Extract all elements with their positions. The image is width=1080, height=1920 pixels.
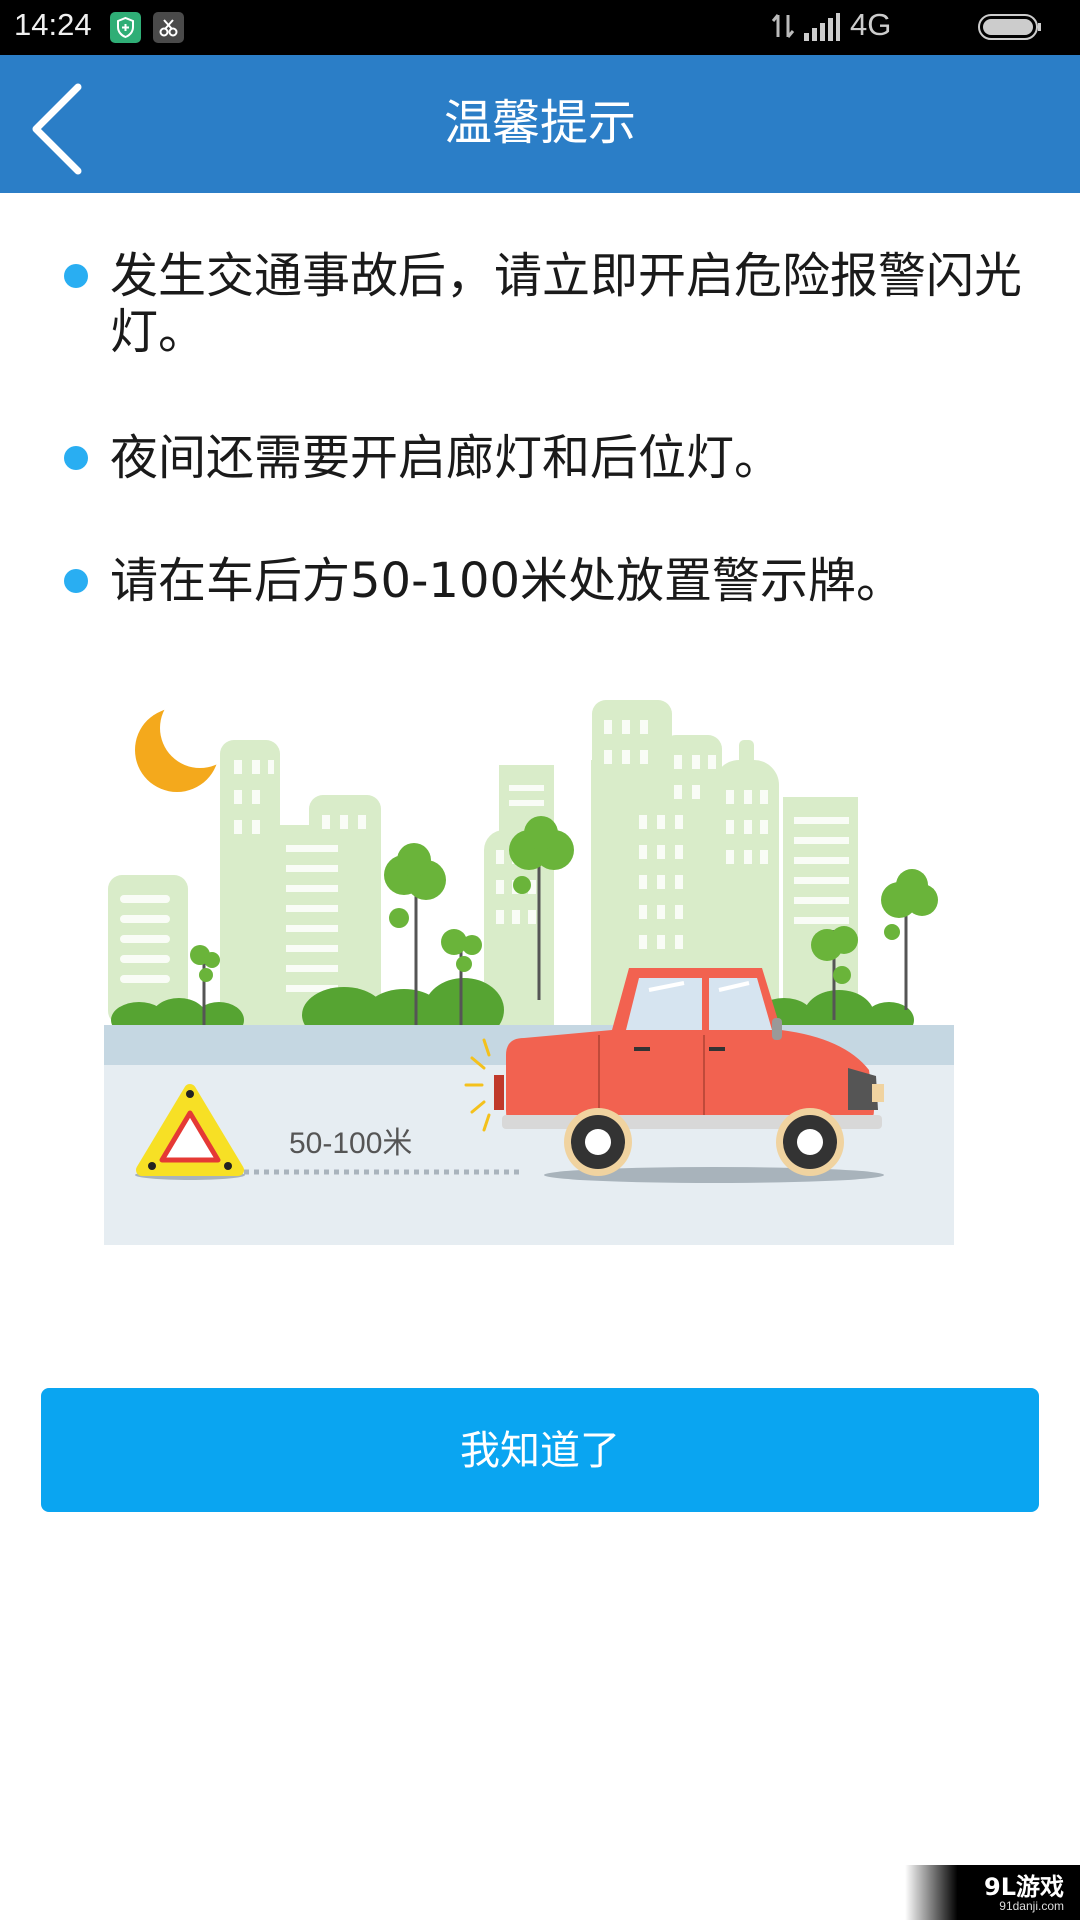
bullet-dot — [64, 446, 88, 470]
confirm-button[interactable]: 我知道了 — [41, 1388, 1039, 1512]
tip-text: 夜间还需要开启廊灯和后位灯。 — [110, 430, 783, 486]
battery-icon — [978, 14, 1041, 40]
shield-app-icon — [110, 12, 141, 43]
bullet-dot — [64, 569, 88, 593]
accident-warning-illustration: 50-100米 — [104, 700, 954, 1245]
distance-label: 50-100米 — [289, 1127, 412, 1160]
page-title: 温馨提示 — [443, 95, 636, 151]
data-arrows-icon — [771, 14, 795, 38]
watermark-brand: 9L游戏 — [984, 1873, 1064, 1901]
bullet-dot — [64, 264, 88, 288]
signal-icon — [804, 13, 840, 41]
watermark-url: 91danji.com — [999, 1899, 1064, 1913]
status-bar: 14:24 4G — [0, 0, 1080, 55]
network-type: 4G — [850, 7, 892, 42]
status-right-group: 4G — [770, 7, 1070, 47]
status-time: 14:24 — [14, 7, 92, 42]
tip-text: 发生交通事故后，请立即开启危险报警闪光灯。 — [110, 248, 1023, 360]
watermark: 9L游戏 91danji.com — [905, 1865, 1080, 1920]
tip-text: 请在车后方50-100米处放置警示牌。 — [110, 553, 905, 609]
app-bar: 温馨提示 — [0, 55, 1080, 193]
scissors-app-icon — [153, 12, 184, 43]
